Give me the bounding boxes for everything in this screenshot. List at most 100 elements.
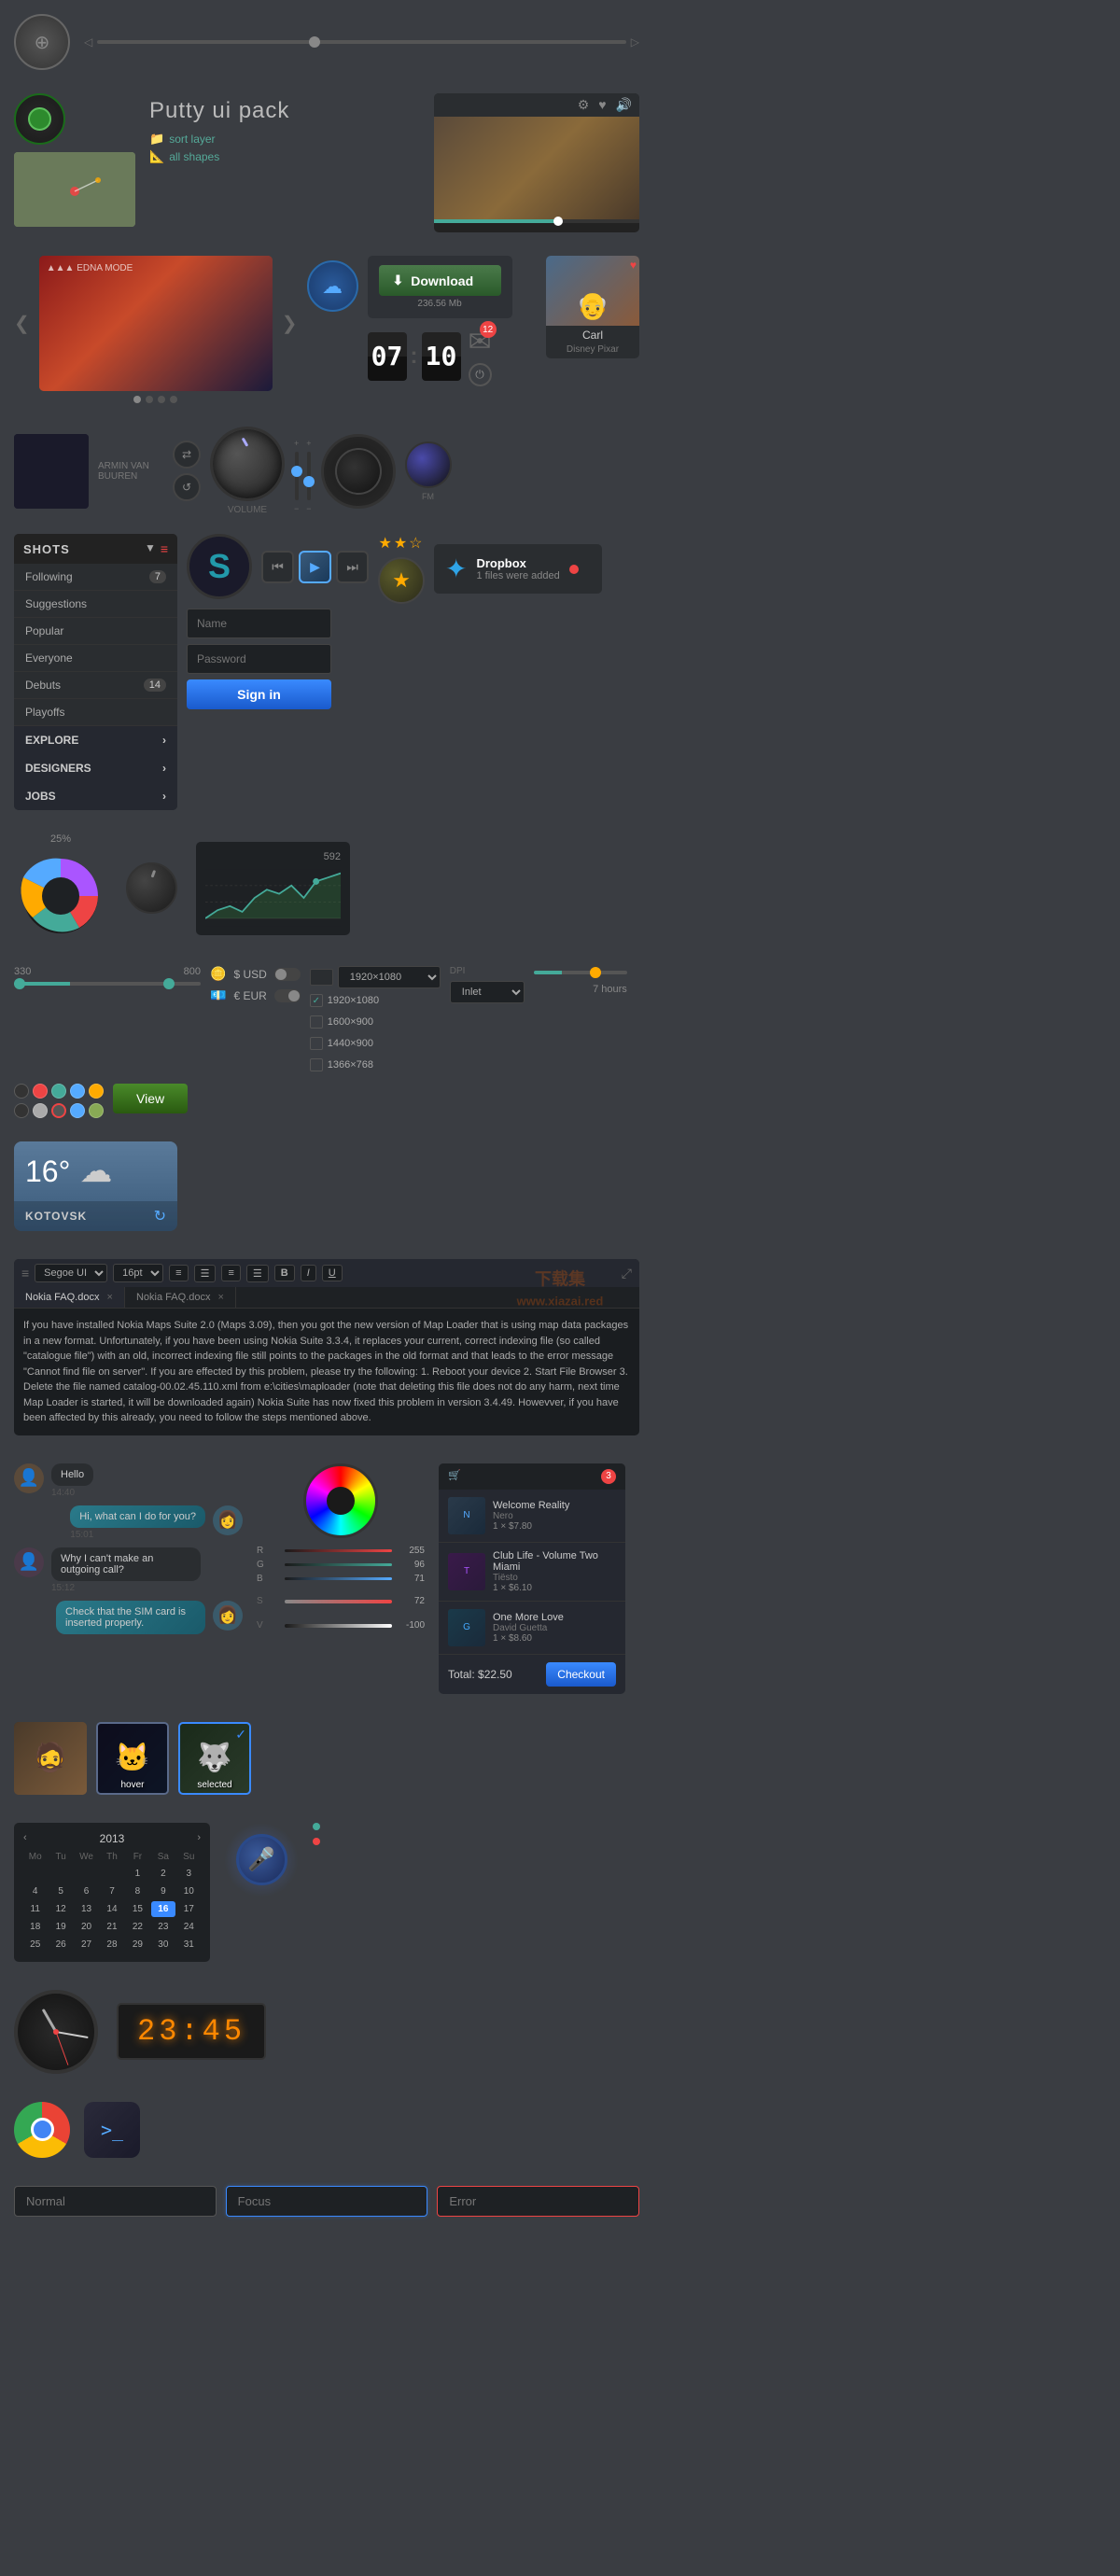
size-select[interactable]: 16pt <box>113 1264 163 1282</box>
map-widget[interactable]: Krasnoyehodskoye I'm here Kotovsk <box>14 152 135 227</box>
star-knob[interactable]: ★ <box>378 557 425 604</box>
cal-d-18[interactable]: 18 <box>23 1919 47 1935</box>
color-red[interactable] <box>33 1084 48 1099</box>
range-track[interactable] <box>14 982 201 986</box>
shots-item-popular[interactable]: Popular <box>14 618 177 645</box>
cal-d-16-today[interactable]: 16 <box>151 1901 175 1917</box>
expand-icon[interactable]: ⤢ <box>622 1266 632 1281</box>
heart-icon[interactable]: ♥ <box>598 97 606 113</box>
cal-d-23[interactable]: 23 <box>151 1919 175 1935</box>
shots-item-following[interactable]: Following 7 <box>14 564 177 591</box>
usd-toggle-switch[interactable] <box>274 968 301 981</box>
focus-input[interactable] <box>226 2186 428 2217</box>
underline-btn[interactable]: U <box>322 1265 343 1281</box>
game-thumb-hover[interactable]: 🐱 hover <box>96 1722 169 1795</box>
cal-d-1[interactable]: 1 <box>126 1866 149 1882</box>
cal-d-29[interactable]: 29 <box>126 1937 149 1953</box>
font-select[interactable]: Segoe UI <box>35 1264 107 1282</box>
cal-d-8[interactable]: 8 <box>126 1883 149 1899</box>
color-orange[interactable] <box>89 1084 104 1099</box>
download-button[interactable]: ⬇ Download <box>379 265 501 296</box>
align-center-btn[interactable]: ☰ <box>194 1265 217 1282</box>
dot-1[interactable] <box>133 396 141 403</box>
cal-d-12[interactable]: 12 <box>49 1901 72 1917</box>
cal-d-22[interactable]: 22 <box>126 1919 149 1935</box>
game-thumb-selected[interactable]: 🐺 ✓ selected <box>178 1722 251 1795</box>
color-green[interactable] <box>51 1084 66 1099</box>
tab-2-close[interactable]: × <box>218 1292 224 1303</box>
cal-d-3[interactable]: 3 <box>177 1866 201 1882</box>
cal-d-30[interactable]: 30 <box>151 1937 175 1953</box>
repeat-button[interactable]: ↺ <box>173 473 201 501</box>
time-handle[interactable] <box>590 967 601 978</box>
cal-d-6[interactable]: 6 <box>75 1883 98 1899</box>
shuffle-button[interactable]: ⇄ <box>173 441 201 469</box>
carousel-right-arrow[interactable]: ❯ <box>282 312 298 335</box>
time-track[interactable] <box>534 971 627 974</box>
tab-1-close[interactable]: × <box>107 1292 113 1303</box>
mic-button[interactable]: 🎤 <box>236 1834 287 1885</box>
cal-d-5[interactable]: 5 <box>49 1883 72 1899</box>
game-thumb-1[interactable]: 🧔 <box>14 1722 87 1795</box>
cal-d-24[interactable]: 24 <box>177 1919 201 1935</box>
bold-btn[interactable]: B <box>274 1265 295 1281</box>
align-right-btn[interactable]: ≡ <box>221 1265 240 1281</box>
cal-d-15[interactable]: 15 <box>126 1901 149 1917</box>
chrome-logo[interactable] <box>14 2102 70 2158</box>
color-wheel[interactable] <box>303 1463 378 1538</box>
shots-item-suggestions[interactable]: Suggestions <box>14 591 177 618</box>
volume-icon[interactable]: 🔊 <box>616 97 632 113</box>
dot-3[interactable] <box>158 396 165 403</box>
italic-btn[interactable]: I <box>301 1265 316 1281</box>
prev-button[interactable]: ⏮ <box>261 551 294 583</box>
color-olive[interactable] <box>89 1103 104 1118</box>
val-track[interactable] <box>285 1624 392 1628</box>
shots-explore[interactable]: EXPLORE › <box>14 726 177 754</box>
checkout-button[interactable]: Checkout <box>546 1662 616 1687</box>
range-handle-left[interactable] <box>14 978 25 989</box>
color-gray[interactable] <box>33 1103 48 1118</box>
dot-4[interactable] <box>170 396 177 403</box>
all-shapes-link[interactable]: all shapes <box>169 150 219 163</box>
password-input[interactable] <box>187 644 331 674</box>
resolution-select[interactable]: 1920×1080 1600×900 1440×900 1366×768 <box>338 966 441 988</box>
cal-d-31[interactable]: 31 <box>177 1937 201 1953</box>
editor-content[interactable]: If you have installed Nokia Maps Suite 2… <box>14 1309 639 1435</box>
weather-refresh-icon[interactable]: ↻ <box>154 1207 166 1225</box>
normal-input[interactable] <box>14 2186 217 2217</box>
sign-in-button[interactable]: Sign in <box>187 679 331 709</box>
progress-handle[interactable] <box>553 217 563 226</box>
cal-prev-icon[interactable]: ‹ <box>23 1832 27 1845</box>
res-option-2[interactable]: 1600×900 <box>310 1015 441 1029</box>
sat-track[interactable] <box>285 1600 392 1603</box>
cloud-icon[interactable]: ☁ <box>307 260 358 312</box>
slider-handle[interactable] <box>309 36 320 48</box>
gear-icon[interactable]: ⚙ <box>578 97 590 113</box>
video-progress-bar[interactable] <box>434 219 639 223</box>
color-dark2[interactable] <box>14 1103 29 1118</box>
tab-1[interactable]: Nokia FAQ.docx × <box>14 1287 125 1308</box>
dot-2[interactable] <box>146 396 153 403</box>
align-justify-btn[interactable]: ☰ <box>246 1265 269 1282</box>
cal-d-19[interactable]: 19 <box>49 1919 72 1935</box>
cal-d-4[interactable]: 4 <box>23 1883 47 1899</box>
cal-d-26[interactable]: 26 <box>49 1937 72 1953</box>
shots-chevron-icon[interactable]: ▼ <box>145 541 156 556</box>
rgb-r-track[interactable] <box>285 1549 392 1552</box>
res-option-1[interactable]: ✓ 1920×1080 <box>310 994 441 1007</box>
res-option-3[interactable]: 1440×900 <box>310 1037 441 1050</box>
cal-d-28[interactable]: 28 <box>100 1937 123 1953</box>
nav-joystick[interactable] <box>14 14 70 70</box>
cal-d-10[interactable]: 10 <box>177 1883 201 1899</box>
cal-d-9[interactable]: 9 <box>151 1883 175 1899</box>
align-left-btn[interactable]: ≡ <box>169 1265 188 1281</box>
power-button[interactable]: ⏻ <box>469 363 492 386</box>
email-notification[interactable]: ✉ 12 <box>469 326 492 358</box>
v-slider-2[interactable]: + − <box>306 439 311 513</box>
carousel-left-arrow[interactable]: ❮ <box>14 312 30 335</box>
shots-item-playoffs[interactable]: Playoffs <box>14 699 177 726</box>
name-input[interactable] <box>187 609 331 638</box>
res-option-4[interactable]: 1366×768 <box>310 1058 441 1071</box>
shots-menu-icon[interactable]: ≡ <box>161 541 168 556</box>
cal-next-icon[interactable]: › <box>197 1832 201 1845</box>
